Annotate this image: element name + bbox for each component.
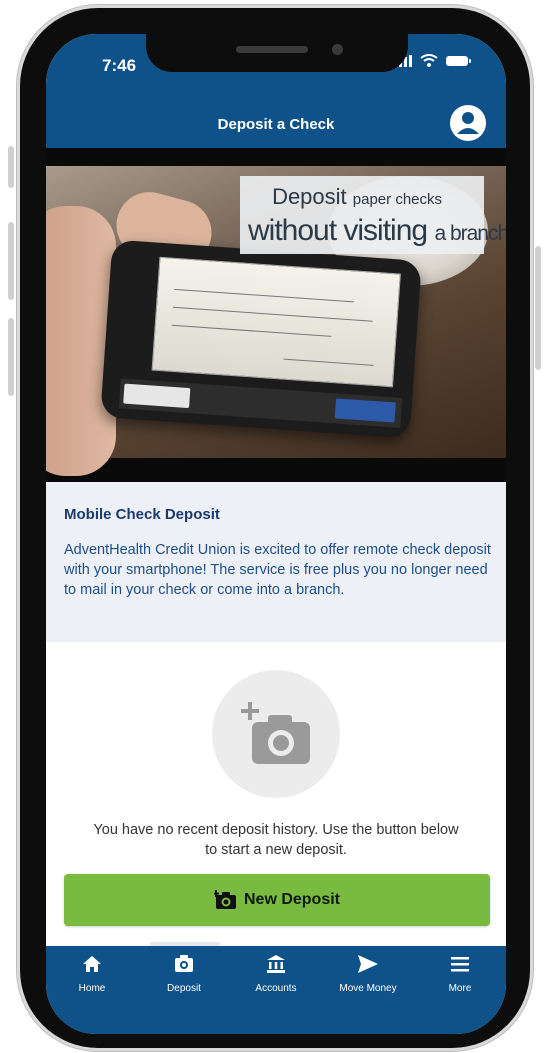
tab-move-money[interactable]: Move Money — [322, 954, 414, 994]
tab-more-label: More — [448, 983, 472, 994]
phone-photo-graphic — [100, 239, 422, 439]
empty-state-illustration — [212, 670, 340, 798]
hero-banner-image: Deposit paper checks without visiting a … — [46, 148, 506, 482]
speaker-grille — [236, 46, 308, 53]
tab-home-label: Home — [78, 983, 106, 994]
battery-icon — [446, 55, 471, 66]
tab-deposit[interactable]: Deposit — [138, 954, 230, 994]
camera-icon — [175, 955, 193, 972]
phone-power-button — [535, 246, 541, 370]
bottom-tab-bar: Home Deposit Accounts Move Money More — [46, 946, 506, 1034]
tab-deposit-label: Deposit — [167, 983, 201, 994]
phone-screen: 7:46 Deposit a Check Deposit paper check… — [46, 34, 506, 1034]
new-deposit-label: New Deposit — [243, 891, 340, 908]
hero-caption: Deposit paper checks without visiting a … — [240, 176, 506, 254]
check-graphic — [151, 256, 401, 388]
phone-volume-down-button — [8, 318, 14, 396]
info-title: Mobile Check Deposit — [64, 506, 220, 523]
front-camera — [332, 44, 343, 55]
add-camera-icon — [213, 890, 236, 909]
home-icon — [83, 956, 101, 972]
phone-notch — [146, 34, 408, 72]
hero-photo-background: Deposit paper checks without visiting a … — [46, 166, 506, 476]
empty-state-message: You have no recent deposit history. Use … — [93, 822, 459, 858]
tab-home[interactable]: Home — [46, 954, 138, 994]
hero-caption-line1: Deposit paper checks — [272, 184, 442, 209]
photo-ui-bar — [118, 378, 403, 428]
tab-accounts[interactable]: Accounts — [230, 954, 322, 994]
tab-more[interactable]: More — [414, 954, 506, 994]
status-time: 7:46 — [102, 56, 137, 75]
tab-move-money-label: Move Money — [339, 983, 397, 994]
add-photo-icon — [241, 702, 310, 764]
menu-icon — [451, 957, 469, 972]
info-panel: Mobile Check Deposit AdventHealth Credit… — [46, 482, 506, 642]
hero-caption-line2: without visiting a branch! — [248, 214, 506, 247]
page-title: Deposit a Check — [217, 116, 335, 133]
phone-mute-switch — [8, 146, 14, 188]
profile-button[interactable] — [450, 105, 486, 141]
user-profile-icon — [457, 112, 479, 134]
send-icon — [358, 955, 378, 973]
new-deposit-button[interactable]: New Deposit — [64, 874, 490, 926]
info-description: AdventHealth Credit Union is excited to … — [64, 542, 491, 598]
phone-volume-up-button — [8, 222, 14, 300]
bank-icon — [267, 955, 285, 973]
tab-accounts-label: Accounts — [255, 983, 297, 994]
wifi-icon — [420, 54, 438, 67]
app-header: Deposit a Check — [46, 90, 506, 148]
